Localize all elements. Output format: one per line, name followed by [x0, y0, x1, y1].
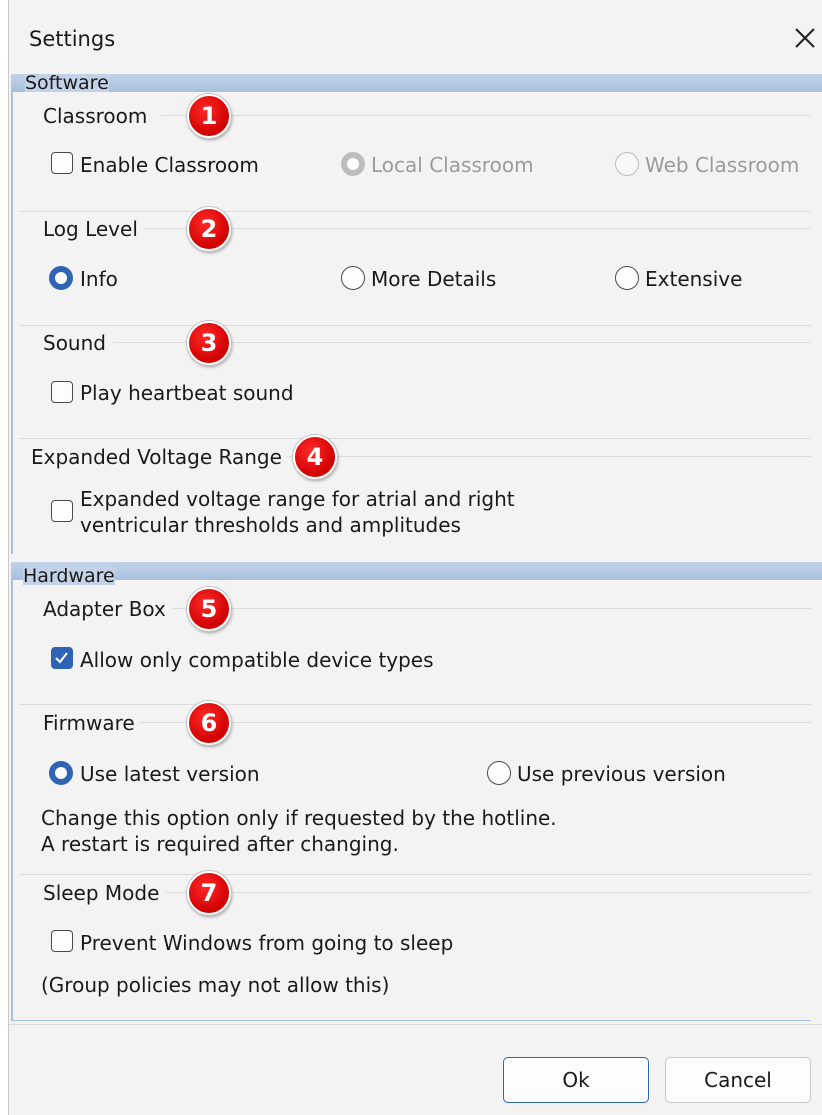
log-more-details-label[interactable]: More Details — [371, 267, 496, 291]
log-extensive-label[interactable]: Extensive — [645, 267, 742, 291]
title-bar: Settings — [9, 0, 822, 74]
firmware-section-title: Firmware — [43, 711, 135, 735]
cancel-button[interactable]: Cancel — [665, 1057, 811, 1103]
use-latest-version-radio[interactable] — [49, 761, 73, 785]
voltage-rule — [287, 456, 811, 457]
voltage-section-title: Expanded Voltage Range — [31, 445, 282, 469]
log-info-label[interactable]: Info — [80, 267, 118, 291]
firmware-rule — [139, 722, 811, 723]
hardware-group-frame — [11, 580, 19, 1020]
software-group-frame — [11, 92, 19, 554]
play-heartbeat-label[interactable]: Play heartbeat sound — [80, 381, 294, 405]
enable-classroom-label[interactable]: Enable Classroom — [80, 153, 259, 177]
sound-section-title: Sound — [43, 331, 106, 355]
log-level-top-rule — [19, 211, 811, 212]
log-level-section-title: Log Level — [43, 217, 138, 241]
callout-badge-1: 1 — [187, 94, 231, 138]
adapter-box-rule — [173, 608, 811, 609]
window-title: Settings — [29, 27, 116, 51]
classroom-section-title: Classroom — [43, 104, 148, 128]
adapter-box-section-title: Adapter Box — [43, 597, 166, 621]
enable-classroom-checkbox[interactable] — [51, 152, 73, 174]
use-previous-version-label[interactable]: Use previous version — [517, 762, 726, 786]
sleep-top-rule — [19, 874, 811, 875]
log-level-rule — [143, 228, 811, 229]
callout-badge-6: 6 — [187, 701, 231, 745]
local-classroom-radio — [341, 152, 365, 176]
hardware-group-title: Hardware — [23, 565, 115, 587]
web-classroom-radio — [615, 152, 639, 176]
ok-button[interactable]: Ok — [503, 1057, 649, 1103]
prevent-sleep-checkbox[interactable] — [51, 930, 73, 952]
expanded-voltage-label-line2[interactable]: ventricular thresholds and amplitudes — [80, 513, 461, 537]
callout-badge-2: 2 — [187, 207, 231, 251]
hardware-group-bottom — [11, 1020, 811, 1021]
callout-badge-7: 7 — [187, 871, 231, 915]
web-classroom-label: Web Classroom — [645, 153, 800, 177]
settings-dialog: Settings Software Classroom 1 Enable Cla… — [8, 0, 822, 1115]
compatible-devices-checkbox[interactable] — [51, 647, 73, 669]
classroom-rule — [161, 115, 811, 116]
firmware-note-line2: A restart is required after changing. — [41, 832, 399, 856]
firmware-note-line1: Change this option only if requested by … — [41, 806, 557, 830]
sound-top-rule — [19, 325, 811, 326]
close-icon[interactable] — [791, 24, 819, 52]
software-group-title: Software — [25, 72, 109, 94]
play-heartbeat-checkbox[interactable] — [51, 381, 73, 403]
local-classroom-label: Local Classroom — [371, 153, 534, 177]
callout-badge-4: 4 — [293, 435, 337, 479]
expanded-voltage-checkbox[interactable] — [51, 500, 73, 522]
hardware-group-header — [11, 562, 822, 580]
log-extensive-radio[interactable] — [615, 266, 639, 290]
expanded-voltage-label-line1[interactable]: Expanded voltage range for atrial and ri… — [80, 487, 515, 511]
callout-badge-3: 3 — [187, 321, 231, 365]
use-latest-version-label[interactable]: Use latest version — [80, 762, 260, 786]
footer-divider — [9, 1024, 822, 1025]
software-group-header — [11, 74, 822, 92]
sleep-mode-rule — [165, 892, 811, 893]
checkmark-icon — [55, 652, 68, 664]
compatible-devices-label[interactable]: Allow only compatible device types — [80, 648, 434, 672]
voltage-top-rule — [19, 438, 811, 439]
prevent-sleep-label[interactable]: Prevent Windows from going to sleep — [80, 931, 453, 955]
log-info-radio[interactable] — [49, 266, 73, 290]
use-previous-version-radio[interactable] — [487, 761, 511, 785]
group-policy-note: (Group policies may not allow this) — [41, 973, 390, 997]
log-more-details-radio[interactable] — [341, 266, 365, 290]
sleep-mode-section-title: Sleep Mode — [43, 881, 160, 905]
callout-badge-5: 5 — [187, 587, 231, 631]
firmware-top-rule — [19, 704, 811, 705]
